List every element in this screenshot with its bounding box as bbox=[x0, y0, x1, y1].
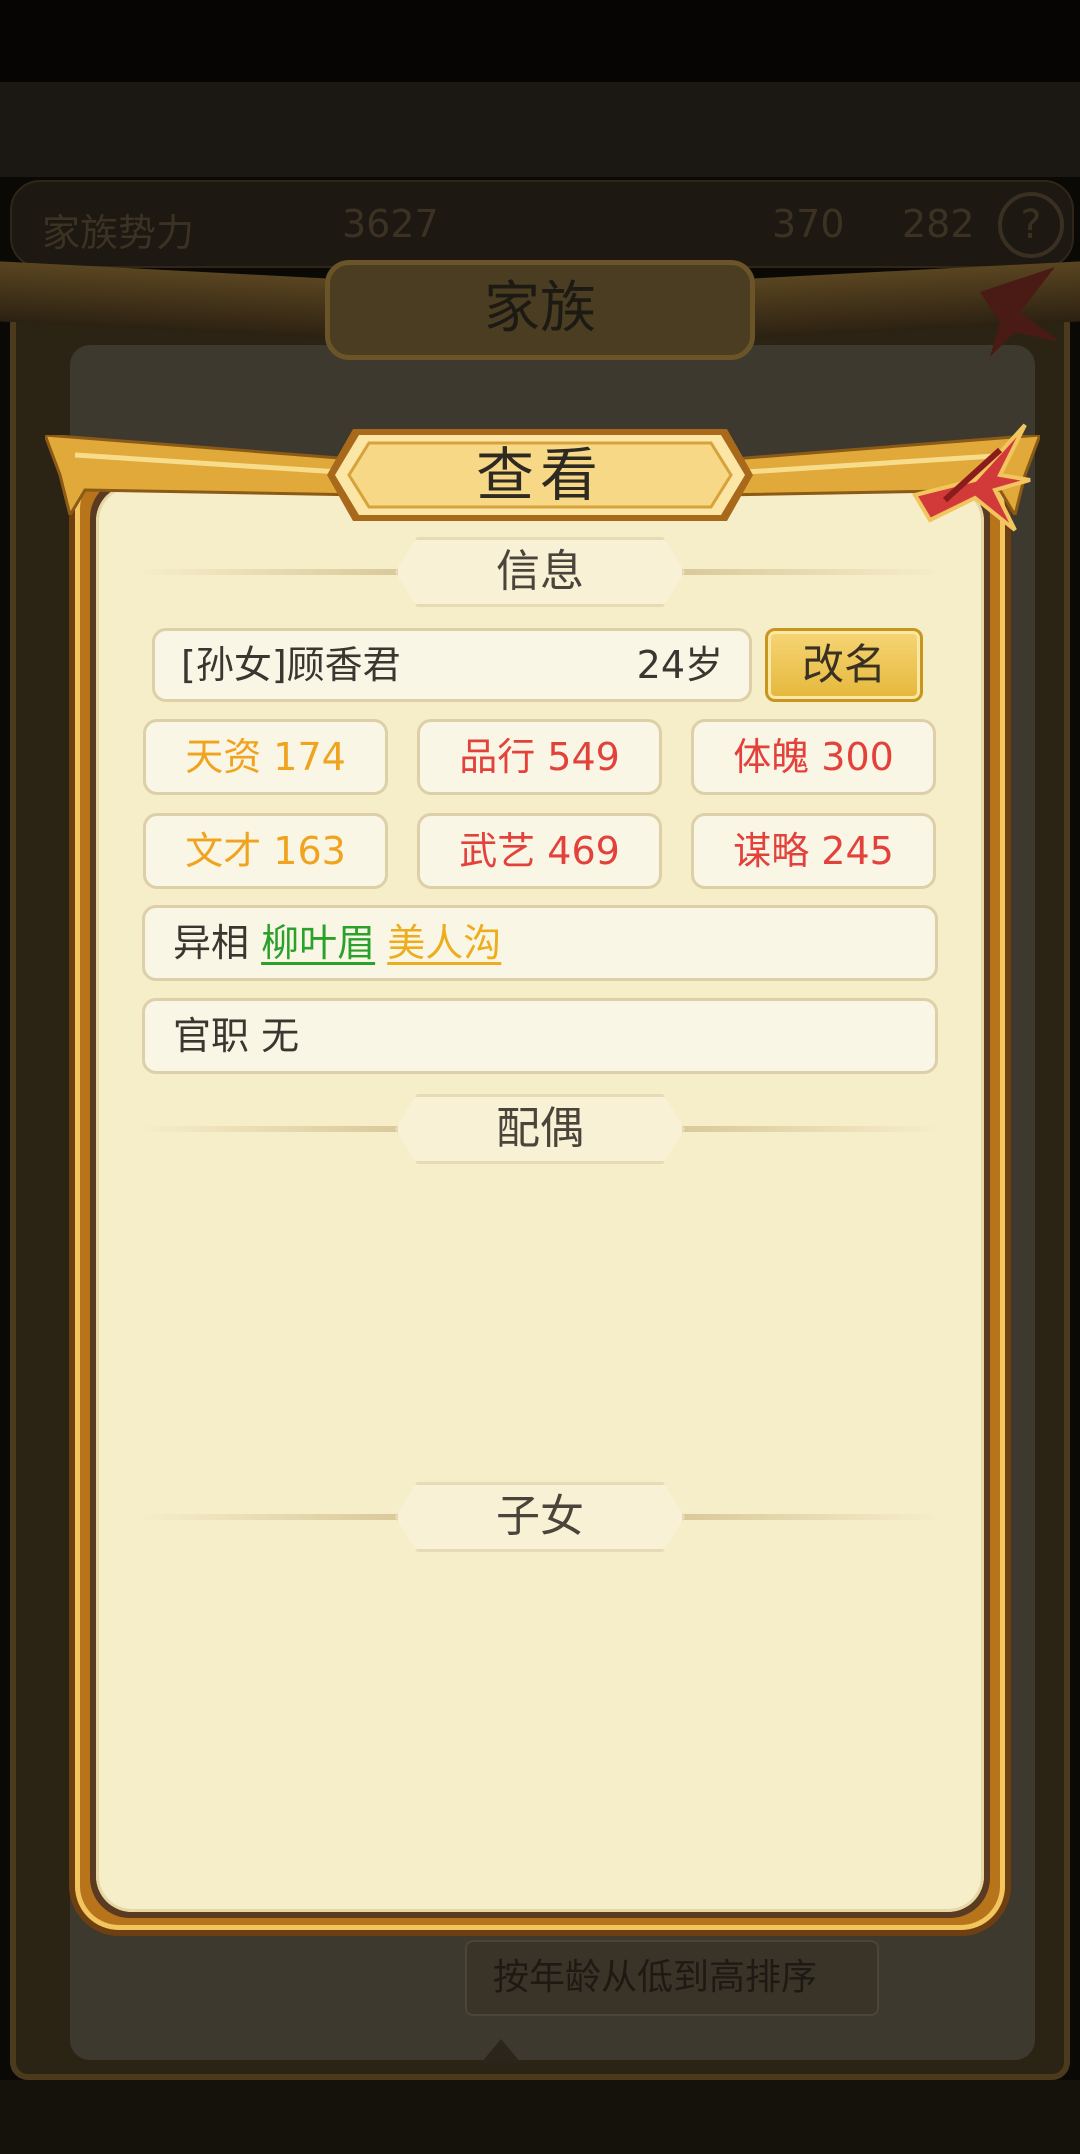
section-spouse-header: 配偶 bbox=[140, 1092, 940, 1166]
stat-martial: 武艺 469 bbox=[417, 813, 662, 889]
resource-value-2: 282 bbox=[902, 202, 975, 246]
office-value: 无 bbox=[261, 1014, 300, 1058]
resource-value-1: 370 bbox=[772, 202, 845, 246]
office-label: 官职 bbox=[173, 1014, 250, 1058]
resource-bar: 家族势力 3627 370 282 ? bbox=[10, 180, 1074, 268]
family-title: 家族 bbox=[325, 260, 755, 360]
power-value: 3627 bbox=[342, 202, 439, 246]
traits-row: 异相 柳叶眉 美人沟 bbox=[142, 905, 938, 981]
top-bar bbox=[0, 82, 1080, 177]
sort-button-label: 按年龄从低到高排序 bbox=[493, 1957, 818, 1998]
character-name-box: [孙女]顾香君 24岁 bbox=[152, 628, 752, 702]
bottom-decoration bbox=[0, 2080, 1080, 2154]
office-row: 官职 无 bbox=[142, 998, 938, 1074]
modal-title: 查看 bbox=[475, 441, 604, 509]
traits-label: 异相 bbox=[173, 921, 250, 965]
sort-button[interactable]: 按年龄从低到高排序 bbox=[465, 1940, 879, 2063]
trait-link[interactable]: 柳叶眉 bbox=[261, 921, 375, 965]
close-icon[interactable] bbox=[905, 420, 1035, 535]
stat-conduct: 品行 549 bbox=[417, 719, 662, 795]
section-info-label: 信息 bbox=[395, 537, 685, 607]
character-age: 24岁 bbox=[636, 643, 723, 687]
status-bar bbox=[0, 0, 1080, 82]
title-wing-left bbox=[45, 435, 365, 515]
character-name: [孙女]顾香君 bbox=[181, 643, 401, 687]
rename-button[interactable]: 改名 bbox=[765, 628, 923, 702]
section-children-label: 子女 bbox=[395, 1482, 685, 1552]
triangle-up-icon bbox=[481, 2039, 521, 2063]
section-spouse-label: 配偶 bbox=[395, 1094, 685, 1164]
stat-literary: 文才 163 bbox=[143, 813, 388, 889]
section-children-header: 子女 bbox=[140, 1480, 940, 1554]
section-info-header: 信息 bbox=[140, 535, 940, 609]
stat-strategy: 谋略 245 bbox=[691, 813, 936, 889]
family-close-icon[interactable] bbox=[960, 262, 1070, 362]
power-label: 家族势力 bbox=[42, 211, 195, 255]
help-icon[interactable]: ? bbox=[998, 192, 1064, 258]
stat-talent: 天资 174 bbox=[143, 719, 388, 795]
trait-link[interactable]: 美人沟 bbox=[387, 921, 501, 965]
stat-physique: 体魄 300 bbox=[691, 719, 936, 795]
